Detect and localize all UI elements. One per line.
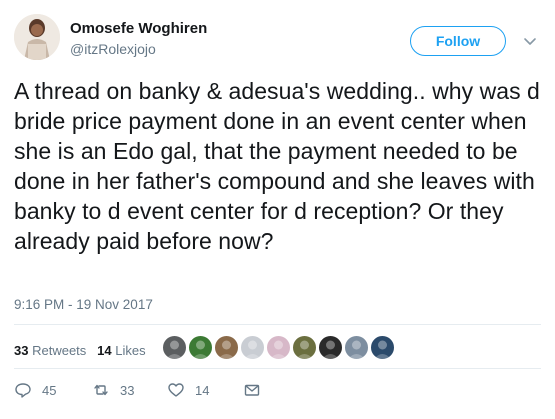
reply-action[interactable]: 45 [14,381,56,399]
tweet-timestamp[interactable]: 9:16 PM - 19 Nov 2017 [14,297,153,312]
liker-avatar-7[interactable] [318,335,343,360]
reply-count: 45 [42,382,57,398]
retweet-count: 33 [120,382,135,398]
likes-label: Likes [115,343,146,358]
liker-avatar-4[interactable] [240,335,265,360]
divider-bottom [14,368,541,369]
message-action[interactable] [243,381,271,399]
tweet-stats: 33 Retweets 14 Likes [14,343,146,358]
retweets-count: 33 [14,343,29,358]
liker-avatar-5[interactable] [266,335,291,360]
likes-stat[interactable]: 14 Likes [97,343,145,358]
retweets-stat[interactable]: 33 Retweets [14,343,86,358]
author-handle[interactable]: @itzRolexjojo [70,41,156,57]
envelope-icon [244,384,260,396]
chevron-down-icon[interactable] [523,34,537,48]
liker-avatar-8[interactable] [344,335,369,360]
retweets-label: Retweets [32,343,87,358]
like-count: 14 [195,382,210,398]
author-avatar[interactable] [14,14,60,60]
liker-avatar-3[interactable] [214,335,239,360]
retweet-action[interactable]: 33 [92,381,134,399]
author-name[interactable]: Omosefe Woghiren [70,20,207,37]
tweet-text: A thread on banky & adesua's wedding.. w… [14,78,540,254]
liker-avatar-2[interactable] [188,335,213,360]
retweet-icon [94,384,108,396]
liker-avatar-1[interactable] [162,335,187,360]
liker-avatar-6[interactable] [292,335,317,360]
liker-avatar-9[interactable] [370,335,395,360]
likes-count: 14 [97,343,112,358]
follow-button[interactable]: Follow [410,26,506,56]
like-action[interactable]: 14 [167,381,209,399]
divider-top [14,324,541,325]
reply-icon [15,383,31,398]
heart-icon [168,383,184,397]
